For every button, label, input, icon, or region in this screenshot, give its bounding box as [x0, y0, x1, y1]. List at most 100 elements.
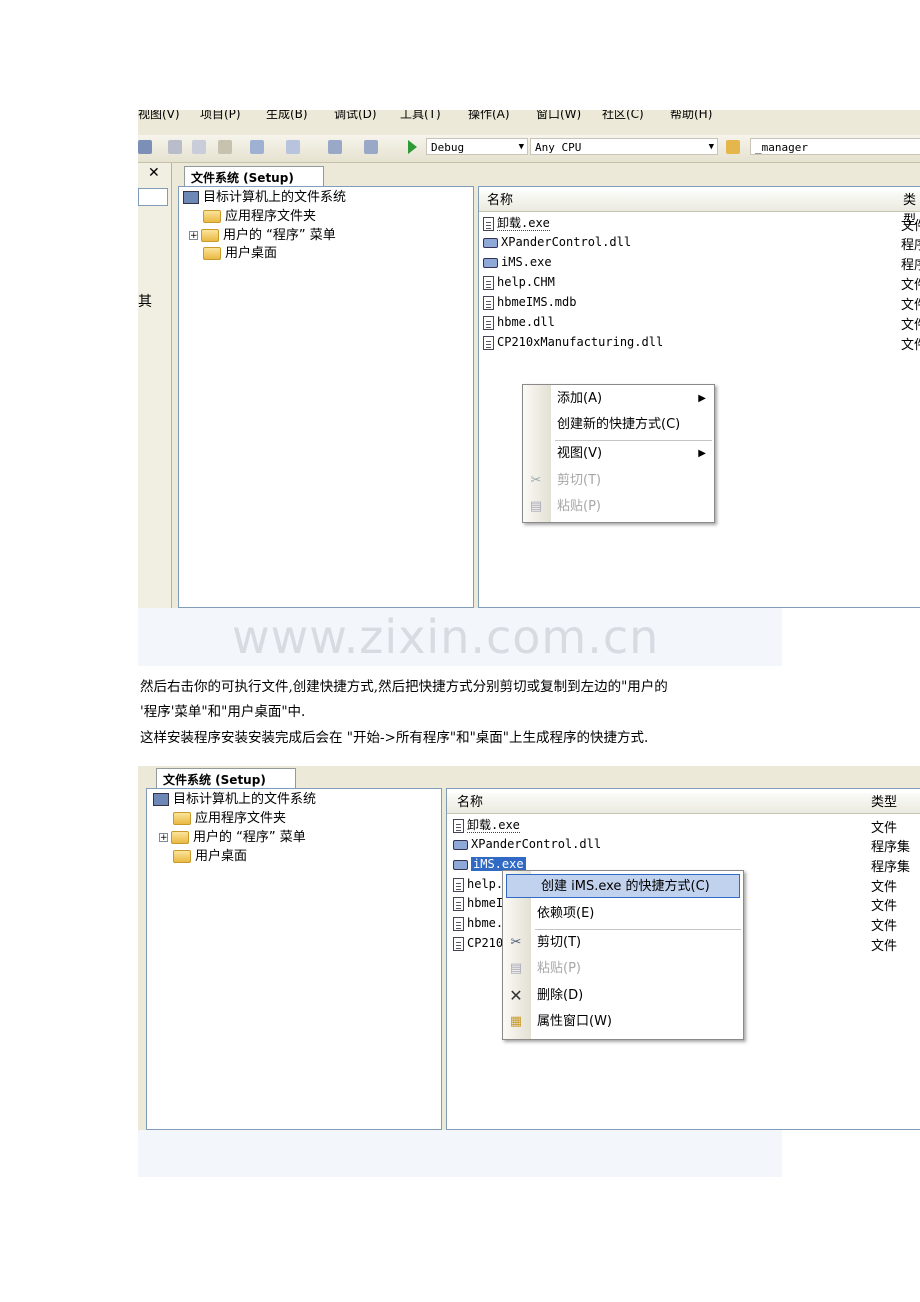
file-type: 文件: [901, 219, 920, 234]
tree-item-desktop[interactable]: 用户桌面: [173, 848, 247, 866]
paragraph-line: 这样安装程序安装安装完成后会在 "开始->所有程序"和"桌面"上生成程序的快捷方…: [140, 730, 649, 746]
file-icon: [483, 315, 494, 330]
navigate-back-icon[interactable]: [328, 140, 342, 154]
expand-icon[interactable]: +: [189, 231, 198, 241]
menu-item-add[interactable]: 添加(A) ▶: [523, 387, 714, 411]
menu-item-create-shortcut[interactable]: 创建 iMS.exe 的快捷方式(C): [506, 874, 740, 898]
tree-item-desktop[interactable]: 用户桌面: [203, 245, 277, 263]
copy-icon[interactable]: [192, 140, 206, 154]
paste-icon[interactable]: [218, 140, 232, 154]
file-type: 程序: [901, 238, 920, 253]
solution-platform-select[interactable]: Any CPU ▼: [530, 138, 718, 155]
file-row[interactable]: help.CHM: [483, 273, 555, 292]
context-menu: 创建 iMS.exe 的快捷方式(C) 依赖项(E) ✂ 剪切(T) ▤ 粘贴(P)…: [502, 870, 744, 1040]
menu-build[interactable]: 生成(B): [266, 110, 308, 122]
menu-item-delete[interactable]: ✕ 删除(D): [503, 984, 743, 1008]
tree-root[interactable]: 目标计算机上的文件系统: [183, 189, 346, 207]
file-row[interactable]: help.: [453, 875, 503, 894]
file-row[interactable]: hbmeI: [453, 894, 503, 913]
tree-item-app-folder[interactable]: 应用程序文件夹: [203, 208, 316, 226]
chevron-down-icon: ▼: [518, 142, 524, 152]
screenshot-2: 文件系统 (Setup) 目标计算机上的文件系统 应用程序文件夹 + 用户的 “程…: [138, 766, 920, 1130]
assembly-icon: [483, 237, 498, 248]
left-panel-text: 其: [138, 294, 152, 310]
submenu-arrow-icon: ▶: [698, 448, 706, 459]
file-row[interactable]: CP210: [453, 934, 503, 953]
document-tab-strip: 文件系统 (Setup): [138, 766, 920, 790]
tab-file-system[interactable]: 文件系统 (Setup): [156, 768, 296, 790]
properties-icon[interactable]: [138, 140, 152, 154]
find-in-files-icon[interactable]: [726, 140, 740, 154]
file-row[interactable]: 卸载.exe: [483, 214, 550, 233]
column-name-header[interactable]: 名称: [487, 191, 513, 211]
folder-icon: [173, 850, 191, 863]
left-input-box[interactable]: [138, 188, 168, 206]
menu-item-create-shortcut[interactable]: 创建新的快捷方式(C): [523, 413, 714, 437]
file-icon: [453, 818, 464, 833]
find-combo[interactable]: _manager: [750, 138, 920, 155]
file-type: 程序集: [871, 840, 911, 855]
scissors-icon: ✂: [510, 935, 522, 950]
file-icon: [483, 275, 494, 290]
menu-tools[interactable]: 工具(T): [400, 110, 441, 122]
folder-icon: [173, 812, 191, 825]
submenu-arrow-icon: ▶: [698, 393, 706, 404]
navigate-forward-icon[interactable]: [364, 140, 378, 154]
scissors-icon: ✂: [530, 473, 542, 488]
menu-item-paste[interactable]: ▤ 粘贴(P): [503, 957, 743, 981]
expand-icon[interactable]: +: [159, 833, 168, 843]
file-row[interactable]: 卸载.exe: [453, 816, 520, 835]
paragraph-line: '程序'菜单"和"用户桌面"中.: [140, 704, 306, 720]
assembly-icon: [453, 839, 468, 850]
file-row[interactable]: XPanderControl.dll: [453, 835, 601, 854]
tree-item-programs-menu[interactable]: + 用户的 “程序” 菜单: [189, 227, 336, 245]
computer-icon: [153, 793, 169, 806]
file-row[interactable]: hbme.: [453, 914, 503, 933]
left-tool-window: ✕ 其: [138, 163, 172, 608]
menu-item-cut[interactable]: ✂ 剪切(T): [503, 931, 743, 955]
watermark: www.zixin.com.cn: [232, 610, 660, 664]
file-type: 文件: [871, 880, 898, 895]
file-icon: [453, 916, 464, 931]
start-debug-icon[interactable]: [408, 140, 417, 154]
menu-actions[interactable]: 操作(A): [468, 110, 510, 122]
cut-icon[interactable]: [168, 140, 182, 154]
toolbar: Debug ▼ Any CPU ▼ _manager: [138, 135, 920, 163]
file-type: 文件: [871, 821, 898, 836]
folder-icon: [201, 229, 219, 242]
column-name-header[interactable]: 名称: [457, 793, 483, 813]
menu-community[interactable]: 社区(C): [602, 110, 644, 122]
file-type: 文件: [901, 278, 920, 293]
file-type: 文件: [871, 939, 898, 954]
tree-pane: 目标计算机上的文件系统 应用程序文件夹 + 用户的 “程序” 菜单 用户桌面: [178, 186, 474, 608]
menu-debug[interactable]: 调试(D): [334, 110, 377, 122]
tree-pane: 目标计算机上的文件系统 应用程序文件夹 + 用户的 “程序” 菜单 用户桌面: [146, 788, 442, 1130]
menu-item-cut[interactable]: ✂ 剪切(T): [523, 469, 714, 493]
menu-item-properties[interactable]: ▦ 属性窗口(W): [503, 1010, 743, 1034]
tree-root[interactable]: 目标计算机上的文件系统: [153, 791, 316, 809]
menu-item-view[interactable]: 视图(V) ▶: [523, 442, 714, 466]
list-header: 名称 类型: [447, 793, 920, 814]
tree-item-app-folder[interactable]: 应用程序文件夹: [173, 810, 286, 828]
file-row[interactable]: hbmeIMS.mdb: [483, 293, 576, 312]
solution-config-select[interactable]: Debug ▼: [426, 138, 528, 155]
undo-icon[interactable]: [250, 140, 264, 154]
folder-icon: [203, 247, 221, 260]
close-icon[interactable]: ✕: [148, 165, 160, 181]
menu-view[interactable]: 视图(V): [138, 110, 180, 122]
menu-separator: [555, 440, 712, 441]
file-row[interactable]: CP210xManufacturing.dll: [483, 333, 663, 352]
redo-icon[interactable]: [286, 140, 300, 154]
file-row[interactable]: iMS.exe: [483, 253, 552, 272]
menu-item-paste[interactable]: ▤ 粘贴(P): [523, 495, 714, 519]
tree-item-programs-menu[interactable]: + 用户的 “程序” 菜单: [159, 829, 306, 847]
tab-file-system[interactable]: 文件系统 (Setup): [184, 166, 324, 188]
file-row[interactable]: XPanderControl.dll: [483, 233, 631, 252]
menu-window[interactable]: 窗口(W): [536, 110, 581, 122]
file-icon: [453, 896, 464, 911]
menu-project[interactable]: 项目(P): [200, 110, 241, 122]
file-row[interactable]: hbme.dll: [483, 313, 555, 332]
menu-item-dependencies[interactable]: 依赖项(E): [503, 902, 743, 926]
column-type-header[interactable]: 类型: [871, 793, 897, 813]
menu-help[interactable]: 帮助(H): [670, 110, 712, 122]
